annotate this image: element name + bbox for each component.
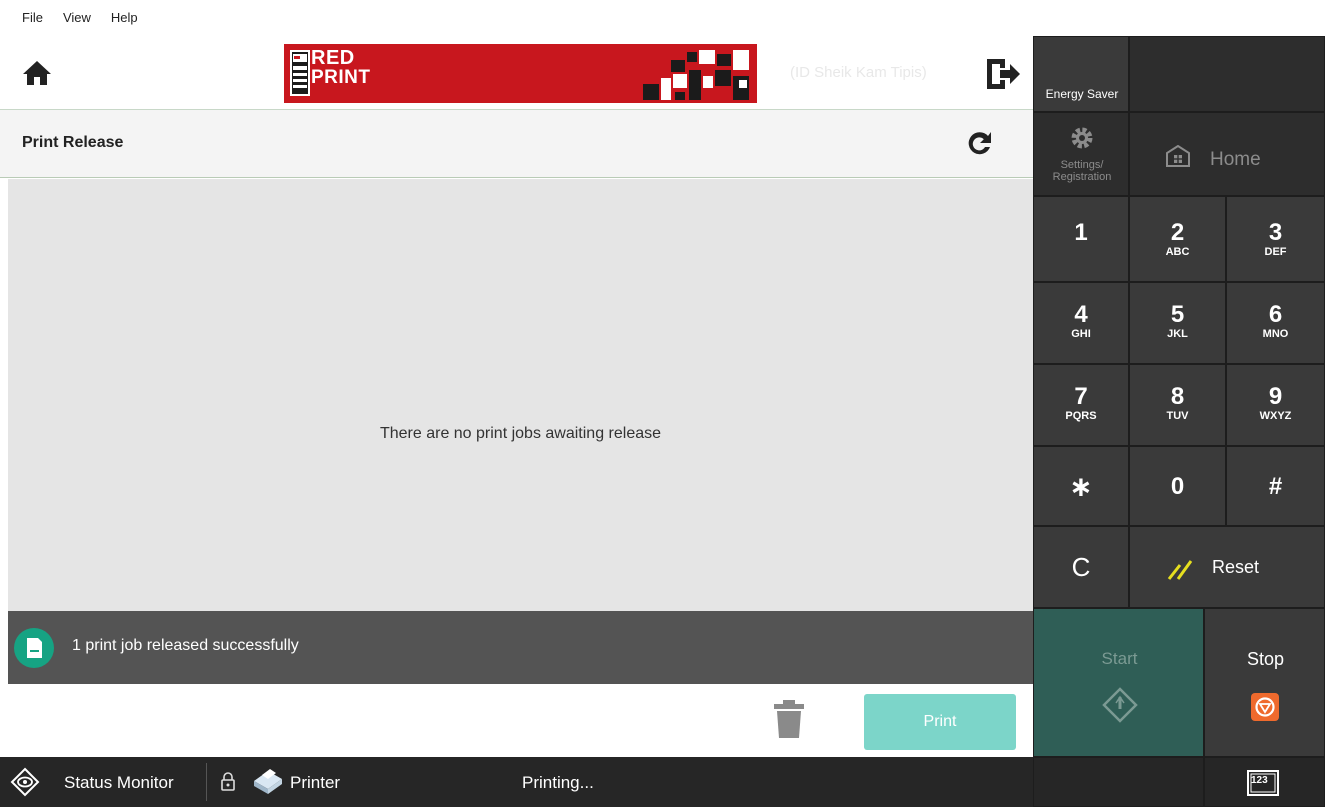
start-label: Start (1101, 649, 1138, 668)
key-8[interactable]: 8 TUV (1129, 364, 1226, 446)
header-bar: RED PRINT (ID Sheik Kam Tipis) (0, 36, 1033, 110)
start-key[interactable]: Start (1033, 608, 1204, 757)
key-1[interactable]: 1 (1033, 196, 1129, 282)
energy-saver-button[interactable]: Energy Saver (1033, 36, 1129, 112)
logo-line2: PRINT (311, 67, 371, 88)
menu-bar: File View Help (0, 0, 1325, 36)
energy-saver-label: Energy Saver (1045, 87, 1119, 101)
job-list-area: There are no print jobs awaiting release (8, 179, 1033, 611)
logo-pattern (613, 50, 753, 100)
key-8-digit: 8 (1170, 383, 1185, 410)
key-6-digit: 6 (1268, 301, 1283, 328)
key-7-digit: 7 (1074, 383, 1088, 410)
key-7[interactable]: 7 PQRS (1033, 364, 1129, 446)
refresh-icon[interactable] (964, 128, 994, 158)
key-2-letters: ABC (1165, 246, 1190, 258)
key-2-digit: 2 (1170, 219, 1185, 246)
key-0-digit: 0 (1170, 473, 1185, 500)
key-4[interactable]: 4 GHI (1033, 282, 1129, 364)
document-icon (14, 628, 54, 668)
printer-icon (248, 767, 284, 795)
home-label: Home (1210, 149, 1261, 170)
empty-bottom-slot (1033, 757, 1204, 807)
key-6[interactable]: 6 MNO (1226, 282, 1325, 364)
key-9[interactable]: 9 WXYZ (1226, 364, 1325, 446)
home-icon[interactable] (22, 58, 52, 88)
status-bar: Status Monitor Printer Printing... (0, 757, 1033, 807)
menu-view[interactable]: View (53, 7, 101, 29)
page-title: Print Release (22, 134, 124, 151)
key-hash-digit: # (1268, 473, 1283, 500)
logo-line1: RED (311, 47, 355, 69)
stop-icon (1251, 693, 1279, 721)
notification-bar: 1 print job released successfully (8, 611, 1033, 684)
title-bar: Print Release (0, 110, 1033, 178)
key-1-digit: 1 (1074, 219, 1088, 246)
key-asterisk[interactable]: ∗ (1033, 446, 1129, 526)
control-panel: Energy Saver Settings/ Registration Home… (1033, 36, 1325, 807)
building-icon (1166, 145, 1190, 167)
lock-icon (220, 771, 236, 791)
logo-text: RED PRINT (311, 48, 371, 88)
action-bar: Print (0, 684, 1033, 757)
key-4-digit: 4 (1074, 301, 1088, 328)
stop-key[interactable]: Stop (1204, 608, 1325, 757)
reset-label: Reset (1212, 557, 1260, 577)
reset-key[interactable]: Reset (1129, 526, 1325, 608)
key-0[interactable]: 0 (1129, 446, 1226, 526)
clear-key-label: C (1071, 552, 1091, 582)
notification-text: 1 print job released successfully (72, 637, 299, 654)
settings-label: Settings/ Registration (1034, 159, 1130, 183)
key-5[interactable]: 5 JKL (1129, 282, 1226, 364)
settings-label-line2: Registration (1052, 171, 1112, 183)
keypad-label: 123 (1251, 775, 1268, 786)
key-3-letters: DEF (1264, 246, 1287, 258)
settings-registration-button[interactable]: Settings/ Registration (1033, 112, 1129, 196)
printer-label: Printer (290, 773, 341, 792)
gear-icon (1071, 127, 1093, 149)
key-2[interactable]: 2 ABC (1129, 196, 1226, 282)
print-button[interactable]: Print (864, 694, 1016, 750)
keyboard-button[interactable]: 123 (1204, 757, 1325, 807)
reset-slash-icon (1167, 560, 1193, 580)
status-monitor-icon[interactable] (10, 767, 40, 797)
printing-status: Printing... (522, 773, 594, 792)
key-3-digit: 3 (1268, 219, 1283, 246)
logout-icon[interactable] (984, 56, 1022, 92)
moon-icon (1074, 50, 1084, 68)
brand-logo: RED PRINT (284, 44, 757, 103)
key-9-digit: 9 (1268, 383, 1283, 410)
empty-panel-slot (1129, 36, 1325, 112)
menu-file[interactable]: File (12, 7, 53, 29)
status-monitor-label[interactable]: Status Monitor (64, 773, 174, 793)
key-6-letters: MNO (1262, 328, 1289, 340)
key-5-letters: JKL (1167, 328, 1188, 340)
home-button[interactable]: Home (1129, 112, 1325, 196)
settings-label-line1: Settings/ (1060, 159, 1104, 171)
menu-help[interactable]: Help (101, 7, 148, 29)
key-3[interactable]: 3 DEF (1226, 196, 1325, 282)
key-5-digit: 5 (1170, 301, 1185, 328)
start-diamond-icon (1102, 687, 1138, 723)
empty-message: There are no print jobs awaiting release (379, 425, 662, 442)
main-app: RED PRINT (ID Sheik Kam Tipis) Print Rel… (0, 36, 1033, 757)
key-asterisk-digit: ∗ (1069, 471, 1093, 502)
stop-label: Stop (1246, 649, 1285, 669)
status-divider (206, 763, 207, 801)
key-7-letters: PQRS (1065, 410, 1097, 422)
key-hash[interactable]: # (1226, 446, 1325, 526)
key-9-letters: WXYZ (1259, 410, 1292, 422)
logo-printer-icon (290, 50, 310, 96)
trash-icon[interactable] (770, 696, 808, 740)
key-4-letters: GHI (1071, 328, 1091, 340)
logged-in-user: (ID Sheik Kam Tipis) (790, 64, 927, 81)
clear-key[interactable]: C (1033, 526, 1129, 608)
key-8-letters: TUV (1166, 410, 1189, 422)
